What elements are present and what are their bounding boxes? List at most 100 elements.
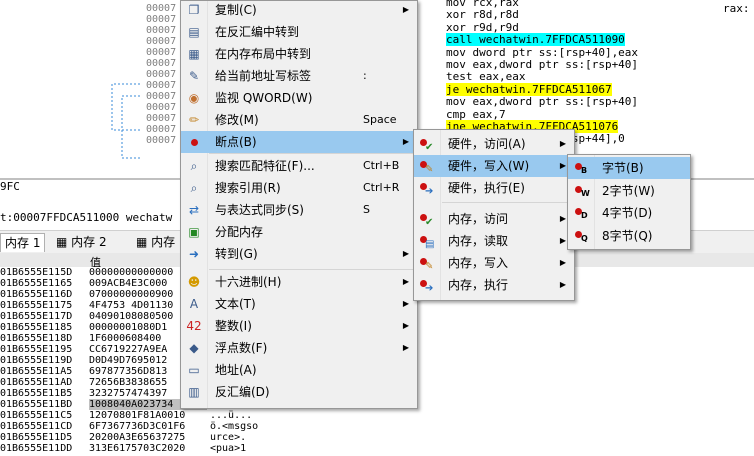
menu-item-label: 内存，访问 (448, 212, 509, 226)
asm-text: test eax,eax (446, 70, 526, 84)
watch-icon: ◉ (188, 91, 200, 105)
dump-address: 01B6555E1175 (0, 300, 73, 311)
dump-address: 01B6555E116D (0, 289, 73, 300)
size-w-icon: W (573, 183, 590, 199)
asm-text: cmp eax,7 (446, 107, 506, 121)
dump-row[interactable]: 01B6555E11C5 12070801F81A0010 ...ü... (0, 410, 330, 421)
dump-address: 01B6555E11A5 (0, 366, 73, 377)
bp-menu-item-1[interactable]: ✔ 硬件，访问(A) ▶ (414, 133, 574, 155)
menu-item-label: 搜索引用(R) (215, 181, 281, 195)
disasm-address: 00007 (146, 124, 177, 135)
asm-text: call wechatwin.7FFDCA511090 (446, 33, 625, 47)
menu-item-label: 硬件，访问(A) (448, 137, 526, 151)
dump-address: 01B6555E115D (0, 267, 73, 278)
goto-icon: ➜ (188, 247, 200, 261)
dump-ascii: ...ü... (210, 410, 253, 421)
goto-disasm-icon: ▤ (188, 25, 200, 39)
dump-hex: 20200A3E65637275 (89, 432, 186, 443)
breakpoint-icon (186, 134, 202, 150)
float-icon: ◆ (189, 341, 199, 355)
size-d-icon: D (573, 205, 589, 221)
dump-address: 01B6555E11B5 (0, 388, 73, 399)
dump-row[interactable]: 01B6555E11DD 313E6175703C2020 <pua>1 (0, 443, 330, 454)
disasm-icon: ▥ (188, 385, 200, 399)
bp-menu-item-3[interactable]: ➔ 硬件，执行(E) (414, 177, 574, 199)
menu-item-8[interactable]: ⌕ 搜索匹配特征(F)... Ctrl+B (181, 155, 417, 177)
disasm-address: 00007 (146, 135, 177, 146)
hw-access-icon: ✔ (419, 136, 435, 153)
size-badge: D (581, 211, 588, 220)
menu-item-label: 整数(I) (215, 319, 252, 333)
asm-text: mov dword ptr ss:[rsp+40],eax (446, 45, 639, 59)
size-menu-item-1[interactable]: B 字节(B) (568, 157, 690, 179)
menu-item-5[interactable]: ◉ 监视 QWORD(W) (181, 87, 417, 109)
tab-memory-2[interactable]: ▦ 内存 2 (52, 233, 111, 251)
dump-address: 01B6555E11AD (0, 377, 73, 388)
disasm-address: 00007 (146, 25, 177, 36)
disasm-address: 00007 (146, 14, 177, 25)
bp-menu-item-5[interactable]: ▤ 内存，读取 ▶ (414, 230, 574, 252)
menu-item-6[interactable]: ✏ 修改(M) Space (181, 109, 417, 131)
disasm-address: 00007 (146, 102, 177, 113)
menu-item-label: 修改(M) (215, 113, 259, 127)
bp-menu-item-2[interactable]: ✎ 硬件，写入(W) ▶ (414, 155, 574, 177)
menu-item-10[interactable]: ⇄ 与表达式同步(S) S (181, 199, 417, 221)
bp-menu-item-4[interactable]: ✔ 内存，访问 ▶ (414, 208, 574, 230)
size-badge: Q (581, 233, 588, 243)
bp-menu-item-6[interactable]: ✎ 内存，写入 ▶ (414, 252, 574, 274)
chevron-right-icon: ▶ (402, 249, 409, 258)
hw-execute-icon: ➔ (419, 180, 435, 197)
menu-item-16[interactable]: ◆ 浮点数(F) ▶ (181, 337, 417, 359)
disasm-address: 00007 (146, 69, 177, 80)
dump-address: 01B6555E1185 (0, 322, 73, 333)
disasm-address: 00007 (146, 113, 177, 124)
menu-item-7[interactable]: 断点(B) ▶ (181, 131, 417, 153)
menu-item-label: 在反汇编中转到 (215, 25, 300, 39)
chevron-right-icon: ▶ (559, 258, 566, 267)
menu-item-17[interactable]: ▭ 地址(A) (181, 359, 417, 381)
dump-row[interactable]: 01B6555E11D5 20200A3E65637275 urce>. (0, 432, 330, 443)
menu-item-15[interactable]: 42 整数(I) ▶ (181, 315, 417, 337)
mem-read-icon: ▤ (419, 233, 435, 250)
menu-item-label: 复制(C) (215, 3, 257, 17)
breakpoint-submenu: ✔ 硬件，访问(A) ▶ ✎ 硬件，写入(W) ▶ ➔ 硬件，执行(E) ✔ 内存，访问 ▶ ▤ 内存，… (413, 129, 575, 301)
size-menu-item-4[interactable]: Q 8字节(Q) (568, 225, 690, 247)
dump-ascii: urce>. (210, 432, 247, 443)
label-icon: ✎ (188, 69, 200, 83)
menu-item-9[interactable]: ⌕ 搜索引用(R) Ctrl+R (181, 177, 417, 199)
menu-separator (209, 153, 415, 154)
dump-address: 01B6555E11CD (0, 421, 73, 432)
size-menu-item-3[interactable]: D 4字节(D) (568, 202, 690, 224)
menu-item-label: 地址(A) (215, 363, 257, 377)
bp-menu-item-7[interactable]: ➔ 内存，执行 ▶ (414, 274, 574, 296)
menu-item-label: 8字节(Q) (602, 228, 653, 243)
disasm-address: 00007 (146, 47, 177, 58)
menu-item-18[interactable]: ▥ 反汇编(D) (181, 381, 417, 403)
mem-write-icon: ✎ (419, 255, 435, 272)
menu-item-14[interactable]: A 文本(T) ▶ (181, 293, 417, 315)
tab-memory-3[interactable]: ▦ 内存 (132, 233, 179, 251)
dump-address: 01B6555E119D (0, 355, 73, 366)
info-line-2: t:00007FFDCA511000 wechatw (0, 211, 173, 224)
copy-icon: ❐ (188, 3, 200, 17)
tab-memory-1[interactable]: 内存 1 (0, 233, 46, 252)
dump-address: 01B6555E1195 (0, 344, 73, 355)
menu-item-4[interactable]: ✎ 给当前地址写标签: (181, 65, 417, 87)
size-menu-item-2[interactable]: W 2字节(W) (568, 180, 690, 202)
menu-item-label: 浮点数(F) (215, 341, 268, 355)
dump-address: 01B6555E1165 (0, 278, 73, 289)
menu-item-12[interactable]: ➜ 转到(G) ▶ (181, 243, 417, 265)
menu-item-label: 4字节(D) (602, 206, 653, 220)
menu-item-label: 内存，写入 (448, 256, 509, 270)
menu-item-13[interactable]: ☻ 十六进制(H) ▶ (181, 271, 417, 293)
menu-item-2[interactable]: ▤ 在反汇编中转到 (181, 21, 417, 43)
dump-row[interactable]: 01B6555E11CD 6F7367736D3C01F6 ö.<msgso (0, 421, 330, 432)
menu-item-shortcut: : (363, 69, 367, 82)
menu-item-1[interactable]: ❐ 复制(C) ▶ (181, 0, 417, 21)
menu-item-label: 与表达式同步(S) (215, 203, 304, 217)
menu-item-11[interactable]: ▣ 分配内存 (181, 221, 417, 243)
alloc-memory-icon: ▣ (188, 225, 200, 239)
menu-item-label: 断点(B) (215, 135, 257, 149)
disasm-left-pane[interactable]: 00007 00007 00007 00007 00007 00007 00007 00007… (0, 0, 180, 178)
menu-item-3[interactable]: ▦ 在内存布局中转到 (181, 43, 417, 65)
